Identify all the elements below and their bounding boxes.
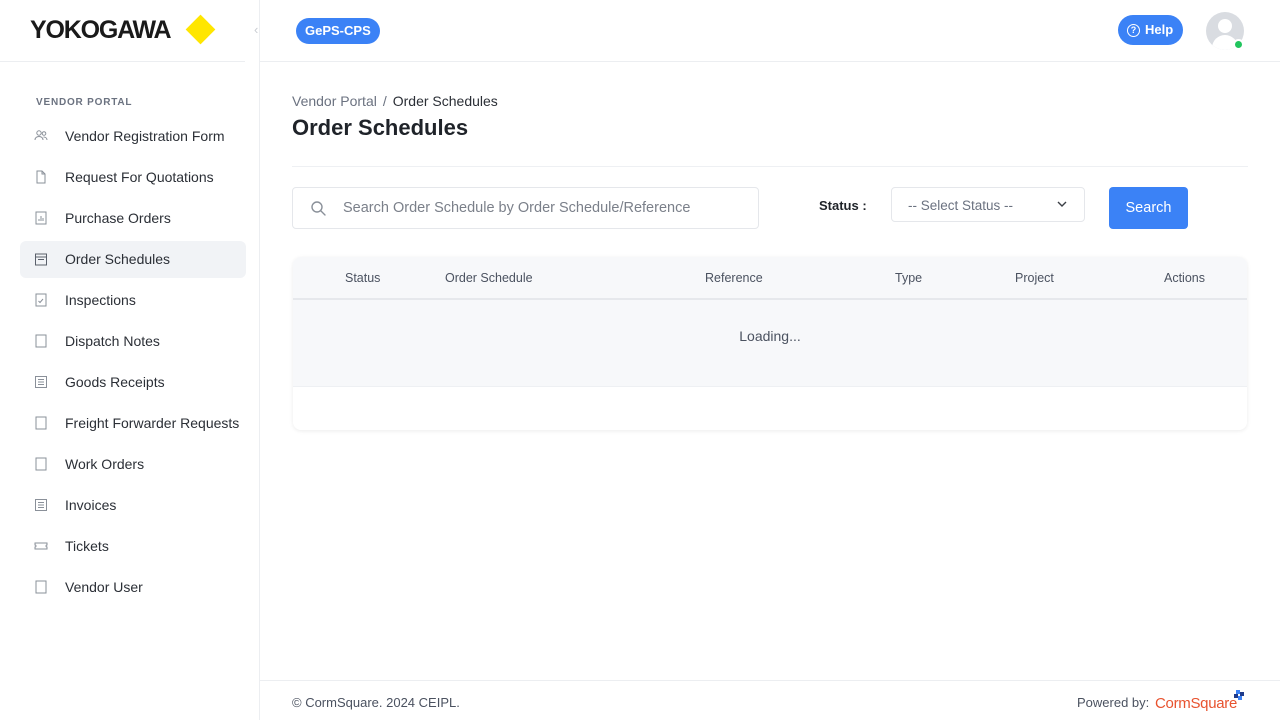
- chevron-down-icon: [1057, 201, 1067, 207]
- logo-diamond-icon: [185, 14, 216, 45]
- check-doc-icon: [35, 293, 47, 307]
- ticket-icon: [34, 542, 48, 550]
- search-icon: [311, 201, 326, 216]
- loading-row: Loading...: [293, 300, 1247, 387]
- cormsquare-mark-icon: [1234, 690, 1244, 700]
- footer: © CormSquare. 2024 CEIPL. Powered by: Co…: [260, 680, 1280, 720]
- list-doc-icon: [35, 499, 47, 511]
- sidebar-item-vendor-registration-form[interactable]: Vendor Registration Form: [20, 118, 246, 155]
- sidebar-item-label: Freight Forwarder Requests: [65, 415, 240, 431]
- help-label: Help: [1145, 22, 1174, 37]
- sidebar-section-label: VENDOR PORTAL: [36, 97, 133, 108]
- sidebar-item-tickets[interactable]: Tickets: [20, 528, 246, 565]
- powered-by-label: Powered by:: [1077, 695, 1150, 710]
- title-divider: [292, 166, 1248, 167]
- sidebar-item-inspections[interactable]: Inspections: [20, 282, 246, 319]
- column-header-type[interactable]: Type: [895, 271, 922, 285]
- search-input[interactable]: [343, 188, 743, 228]
- sidebar-item-purchase-orders[interactable]: Purchase Orders: [20, 200, 246, 237]
- sidebar-item-label: Inspections: [65, 292, 136, 308]
- sidebar-item-dispatch-notes[interactable]: Dispatch Notes: [20, 323, 246, 360]
- sidebar-item-label: Request For Quotations: [65, 169, 214, 185]
- help-circle-icon: ?: [1127, 23, 1140, 37]
- copyright-text: © CormSquare. 2024 CEIPL.: [292, 695, 460, 710]
- chart-doc-icon: [35, 211, 47, 225]
- sidebar-item-vendor-user[interactable]: Vendor User: [20, 569, 246, 606]
- breadcrumb: Vendor Portal / Order Schedules: [292, 93, 498, 109]
- breadcrumb-current: Order Schedules: [392, 93, 498, 109]
- sidebar-nav: Vendor Registration Form Request For Quo…: [20, 118, 260, 610]
- collapse-sidebar-icon[interactable]: ‹: [254, 22, 258, 37]
- column-header-actions: Actions: [1164, 271, 1205, 285]
- sidebar-item-label: Vendor Registration Form: [65, 128, 225, 144]
- column-header-reference[interactable]: Reference: [705, 271, 763, 285]
- loading-text: Loading...: [739, 328, 801, 344]
- cormsquare-logo[interactable]: CormSquare: [1155, 695, 1237, 712]
- note-icon: [35, 580, 47, 594]
- sidebar-item-label: Work Orders: [65, 456, 145, 472]
- yokogawa-logo[interactable]: YOKOGAWA: [30, 16, 172, 45]
- note-icon: [35, 416, 47, 430]
- column-header-project[interactable]: Project: [1015, 271, 1054, 285]
- online-status-indicator: [1233, 39, 1244, 50]
- status-filter-label: Status :: [819, 198, 867, 213]
- table-header: Status Order Schedule Reference Type Pro…: [293, 257, 1247, 300]
- sidebar-item-work-orders[interactable]: Work Orders: [20, 446, 246, 483]
- search-button[interactable]: Search: [1109, 187, 1188, 229]
- breadcrumb-separator: /: [382, 93, 387, 109]
- order-schedules-table: Status Order Schedule Reference Type Pro…: [293, 257, 1247, 430]
- calendar-icon: [35, 253, 47, 266]
- status-select[interactable]: -- Select Status --: [891, 187, 1085, 222]
- sidebar-item-label: Order Schedules: [65, 251, 171, 267]
- sidebar-item-label: Goods Receipts: [65, 374, 165, 390]
- sidebar-item-freight-forwarder-requests[interactable]: Freight Forwarder Requests: [20, 405, 246, 442]
- note-icon: [35, 334, 47, 348]
- column-header-order-schedule[interactable]: Order Schedule: [445, 271, 533, 285]
- avatar-head-icon: [1218, 19, 1232, 33]
- users-icon: [34, 130, 48, 141]
- sidebar-item-label: Dispatch Notes: [65, 333, 160, 349]
- sidebar-item-request-for-quotations[interactable]: Request For Quotations: [20, 159, 246, 196]
- logo-area: YOKOGAWA: [0, 0, 245, 62]
- sidebar-item-label: Tickets: [65, 538, 109, 554]
- list-doc-icon: [35, 376, 47, 388]
- status-select-value: -- Select Status --: [908, 198, 1014, 213]
- breadcrumb-root-link[interactable]: Vendor Portal: [292, 93, 377, 109]
- app-badge[interactable]: GePS-CPS: [296, 18, 380, 44]
- page-title: Order Schedules: [292, 115, 469, 140]
- note-icon: [35, 457, 47, 471]
- help-button[interactable]: ? Help: [1118, 15, 1184, 45]
- top-header: GePS-CPS ? Help: [260, 0, 1280, 62]
- sidebar-item-label: Purchase Orders: [65, 210, 171, 226]
- column-header-status[interactable]: Status: [345, 271, 380, 285]
- sidebar-item-invoices[interactable]: Invoices: [20, 487, 246, 524]
- sidebar-item-label: Vendor User: [65, 579, 143, 595]
- sidebar-item-goods-receipts[interactable]: Goods Receipts: [20, 364, 246, 401]
- sidebar: YOKOGAWA ‹ VENDOR PORTAL Vendor Registra…: [0, 0, 260, 720]
- sidebar-item-label: Invoices: [65, 497, 117, 513]
- document-icon: [36, 170, 46, 184]
- search-box[interactable]: [292, 187, 759, 229]
- sidebar-item-order-schedules[interactable]: Order Schedules: [20, 241, 246, 278]
